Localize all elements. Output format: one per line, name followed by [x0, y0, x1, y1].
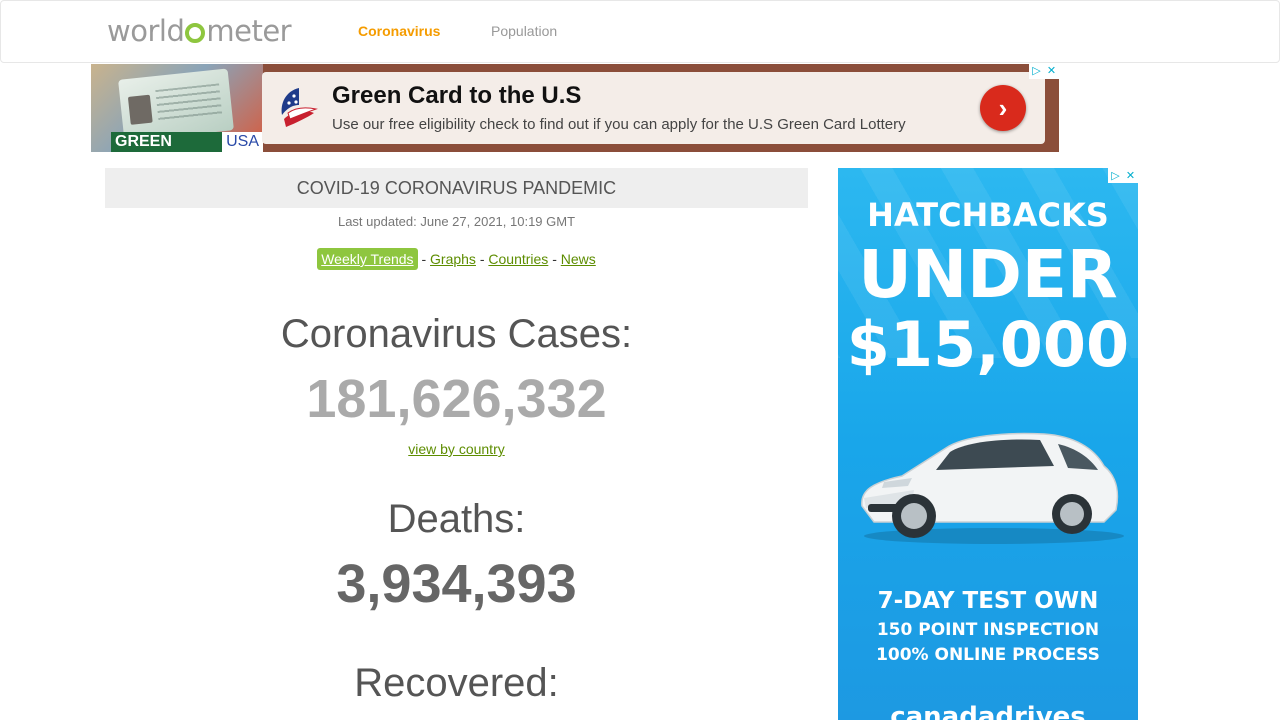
side-adchoices-controls: ▷ ✕: [1108, 168, 1138, 183]
adchoices-controls: ▷ ✕: [1029, 64, 1059, 79]
nav-link-population[interactable]: Population: [491, 23, 557, 39]
hatchbacks-ad-banner[interactable]: HATCHBACKS UNDER $15,000 7-DAY TEST OWN …: [838, 168, 1138, 720]
green-card-badge: GREEN CARD USA: [111, 132, 263, 152]
view-by-country-link[interactable]: view by country: [408, 441, 504, 457]
cases-count: 181,626,332: [306, 369, 607, 429]
adchoices-icon[interactable]: ▷: [1029, 64, 1044, 79]
ad-brand-logo: canadadrives: [890, 702, 1086, 720]
cases-label: Coronavirus Cases:: [280, 312, 633, 356]
badge-green-card-text: GREEN CARD: [111, 132, 223, 152]
logo-text-pre: world: [107, 14, 185, 48]
ad-price: $15,000: [846, 308, 1130, 381]
top-navbar: world meter Coronavirus Population: [0, 0, 1280, 63]
adchoices-icon[interactable]: ▷: [1108, 168, 1123, 183]
graphs-link[interactable]: Graphs: [430, 251, 476, 267]
countries-link[interactable]: Countries: [488, 251, 548, 267]
ad-tagline-3: 100% ONLINE PROCESS: [876, 645, 1100, 665]
ad-title: Green Card to the U.S: [332, 82, 582, 109]
ad-close-icon[interactable]: ✕: [1123, 168, 1138, 183]
ad-headline-2: UNDER: [858, 236, 1118, 313]
eagle-emblem-icon: [281, 88, 318, 127]
ad-photo: GREEN CARD USA: [91, 64, 263, 152]
section-links: Weekly Trends - Graphs - Countries - New…: [105, 248, 808, 270]
ad-subtitle: Use our free eligibility check to find o…: [332, 116, 906, 133]
car-image: [861, 432, 1124, 544]
ad-content-box[interactable]: Green Card to the U.S Use our free eligi…: [262, 72, 1045, 144]
ad-close-icon[interactable]: ✕: [1044, 64, 1059, 79]
ad-headline-1: HATCHBACKS: [867, 196, 1109, 234]
logo-text-post: meter: [206, 14, 292, 48]
news-link[interactable]: News: [561, 251, 596, 267]
worldometer-logo[interactable]: world meter: [107, 13, 292, 49]
ad-go-button[interactable]: ›: [980, 85, 1026, 131]
ad-tagline-1: 7-DAY TEST OWN: [877, 588, 1099, 614]
nav-link-coronavirus[interactable]: Coronavirus: [358, 23, 440, 39]
logo-o-icon: [185, 23, 206, 43]
chevron-right-icon: ›: [998, 92, 1008, 123]
weekly-trends-link[interactable]: Weekly Trends: [317, 248, 418, 270]
green-card-ad-banner[interactable]: GREEN CARD USA Green Card to the U.S Use…: [91, 64, 1059, 152]
recovered-label: Recovered:: [354, 661, 559, 705]
deaths-label: Deaths:: [387, 497, 526, 541]
badge-usa-text: USA: [222, 132, 263, 152]
green-card-image: [118, 68, 234, 142]
page-title: COVID-19 CORONAVIRUS PANDEMIC: [105, 168, 808, 208]
deaths-count: 3,934,393: [336, 554, 577, 614]
last-updated-text: Last updated: June 27, 2021, 10:19 GMT: [337, 214, 576, 229]
ad-tagline-2: 150 POINT INSPECTION: [876, 620, 1100, 640]
